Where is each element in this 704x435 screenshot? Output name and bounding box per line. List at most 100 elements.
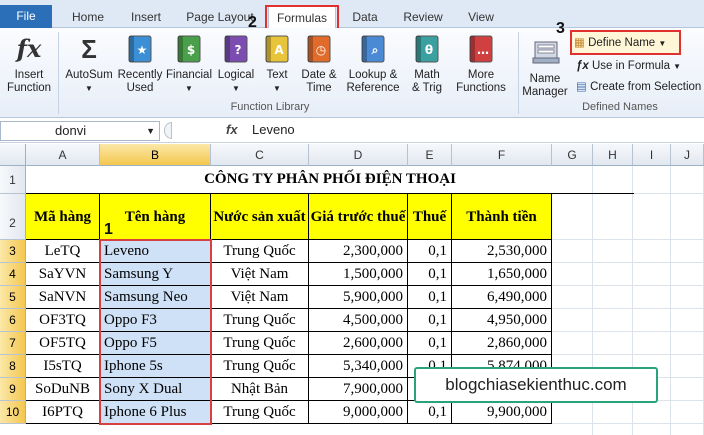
tab-home[interactable]: Home: [66, 6, 110, 28]
table-cell[interactable]: 6,490,000: [452, 286, 552, 309]
name-manager-button[interactable]: Name Manager: [520, 38, 570, 99]
column-header-j[interactable]: J: [671, 144, 704, 166]
column-header-d[interactable]: D: [309, 144, 408, 166]
more-functions-button[interactable]: … More Functions: [450, 34, 512, 95]
math-trig-button[interactable]: θ Math & Trig: [404, 34, 450, 95]
table-cell[interactable]: Việt Nam: [211, 263, 309, 286]
column-heading-4[interactable]: Giá trước thuế: [309, 194, 408, 240]
table-cell[interactable]: Trung Quốc: [211, 401, 309, 424]
table-cell[interactable]: SaYVN: [26, 263, 100, 286]
table-cell[interactable]: 5,340,000: [309, 355, 408, 378]
name-box-value: donvi: [55, 123, 87, 138]
insert-function-fx-icon[interactable]: fx: [226, 122, 238, 137]
table-cell[interactable]: I6PTQ: [26, 401, 100, 424]
table-cell[interactable]: I5sTQ: [26, 355, 100, 378]
table-cell[interactable]: Trung Quốc: [211, 332, 309, 355]
table-cell[interactable]: Trung Quốc: [211, 309, 309, 332]
table-cell[interactable]: 2,600,000: [309, 332, 408, 355]
tab-file[interactable]: File: [0, 5, 52, 28]
sheet-title[interactable]: CÔNG TY PHÂN PHỐI ĐIỆN THOẠI: [26, 166, 634, 194]
gridline: [552, 423, 704, 424]
table-cell[interactable]: OF5TQ: [26, 332, 100, 355]
table-cell[interactable]: 4,500,000: [309, 309, 408, 332]
table-cell[interactable]: 9,000,000: [309, 401, 408, 424]
tab-view[interactable]: View: [462, 6, 500, 28]
table-cell[interactable]: 7,900,000: [309, 378, 408, 401]
table-cell[interactable]: 2,530,000: [452, 240, 552, 263]
table-cell[interactable]: LeTQ: [26, 240, 100, 263]
svg-text:A: A: [274, 43, 284, 57]
table-cell[interactable]: 2,300,000: [309, 240, 408, 263]
tab-data[interactable]: Data: [346, 6, 384, 28]
table-cell[interactable]: Nhật Bản: [211, 378, 309, 401]
table-cell[interactable]: 0,1: [408, 309, 452, 332]
row-header-4[interactable]: 4: [0, 263, 26, 286]
table-cell[interactable]: Việt Nam: [211, 286, 309, 309]
insert-function-button[interactable]: fx Insert Function: [2, 34, 56, 95]
table-cell[interactable]: Trung Quốc: [211, 355, 309, 378]
row-header-7[interactable]: 7: [0, 332, 26, 355]
column-header-f[interactable]: F: [452, 144, 552, 166]
row-header-3[interactable]: 3: [0, 240, 26, 263]
gridline: [552, 285, 704, 286]
define-name-button[interactable]: ▦ Define Name ▼: [574, 34, 666, 52]
table-cell[interactable]: 9,900,000: [452, 401, 552, 424]
formula-bar-divider-handle[interactable]: [164, 122, 172, 139]
row-header-8[interactable]: 8: [0, 355, 26, 378]
column-header-h[interactable]: H: [593, 144, 633, 166]
more-line2: Functions: [456, 82, 506, 94]
column-header-e[interactable]: E: [408, 144, 452, 166]
create-from-selection-button[interactable]: ▤ Create from Selection: [576, 78, 701, 96]
column-heading-6[interactable]: Thành tiền: [452, 194, 552, 240]
tab-review[interactable]: Review: [398, 6, 448, 28]
tab-page-layout[interactable]: Page Layout: [182, 6, 258, 28]
autosum-button[interactable]: Σ AutoSum ▼: [62, 34, 116, 95]
recently-used-button[interactable]: ★ Recently Used: [116, 34, 164, 95]
table-cell[interactable]: OF3TQ: [26, 309, 100, 332]
text-button[interactable]: A Text ▼: [260, 34, 294, 95]
lookup-reference-button[interactable]: ⌕ Lookup & Reference: [342, 34, 404, 95]
name-manager-line2: Manager: [522, 86, 568, 98]
annotation-3: 3: [556, 20, 565, 37]
column-heading-3[interactable]: Nước sản xuất: [211, 194, 309, 240]
logical-button[interactable]: ? Logical ▼: [214, 34, 258, 95]
dropdown-arrow-icon: ▼: [658, 39, 667, 48]
row-header-6[interactable]: 6: [0, 309, 26, 332]
column-header-g[interactable]: G: [552, 144, 593, 166]
column-header-a[interactable]: A: [26, 144, 100, 166]
formula-input[interactable]: Leveno: [252, 122, 295, 137]
select-all-corner[interactable]: [0, 144, 26, 166]
column-header-b[interactable]: B: [100, 144, 211, 166]
date-time-button[interactable]: ◷ Date & Time: [296, 34, 342, 95]
column-heading-1[interactable]: Mã hàng: [26, 194, 100, 240]
table-cell[interactable]: 5,900,000: [309, 286, 408, 309]
table-cell[interactable]: 0,1: [408, 286, 452, 309]
row-header-10[interactable]: 10: [0, 401, 26, 424]
table-cell[interactable]: 2,860,000: [452, 332, 552, 355]
table-cell[interactable]: Trung Quốc: [211, 240, 309, 263]
table-cell[interactable]: 0,1: [408, 240, 452, 263]
svg-text:⌕: ⌕: [371, 43, 379, 57]
column-heading-5[interactable]: Thuế: [408, 194, 452, 240]
name-box[interactable]: donvi ▼: [0, 121, 160, 141]
row-header-2[interactable]: 2: [0, 194, 26, 240]
table-cell[interactable]: 0,1: [408, 401, 452, 424]
row-header-5[interactable]: 5: [0, 286, 26, 309]
chevron-down-icon[interactable]: ▼: [146, 122, 155, 140]
tab-insert[interactable]: Insert: [124, 6, 168, 28]
use-in-formula-button[interactable]: ƒx Use in Formula ▼: [576, 57, 681, 75]
column-heading-2[interactable]: Tên hàng: [100, 194, 211, 240]
table-cell[interactable]: 0,1: [408, 263, 452, 286]
use-in-formula-label: Use in Formula: [592, 60, 670, 72]
row-header-1[interactable]: 1: [0, 166, 26, 194]
table-cell[interactable]: 1,650,000: [452, 263, 552, 286]
table-cell[interactable]: 4,950,000: [452, 309, 552, 332]
table-cell[interactable]: SaNVN: [26, 286, 100, 309]
financial-button[interactable]: $ Financial ▼: [164, 34, 214, 95]
table-cell[interactable]: 0,1: [408, 332, 452, 355]
column-header-i[interactable]: I: [633, 144, 671, 166]
table-cell[interactable]: SoDuNB: [26, 378, 100, 401]
row-header-9[interactable]: 9: [0, 378, 26, 401]
column-header-c[interactable]: C: [211, 144, 309, 166]
table-cell[interactable]: 1,500,000: [309, 263, 408, 286]
